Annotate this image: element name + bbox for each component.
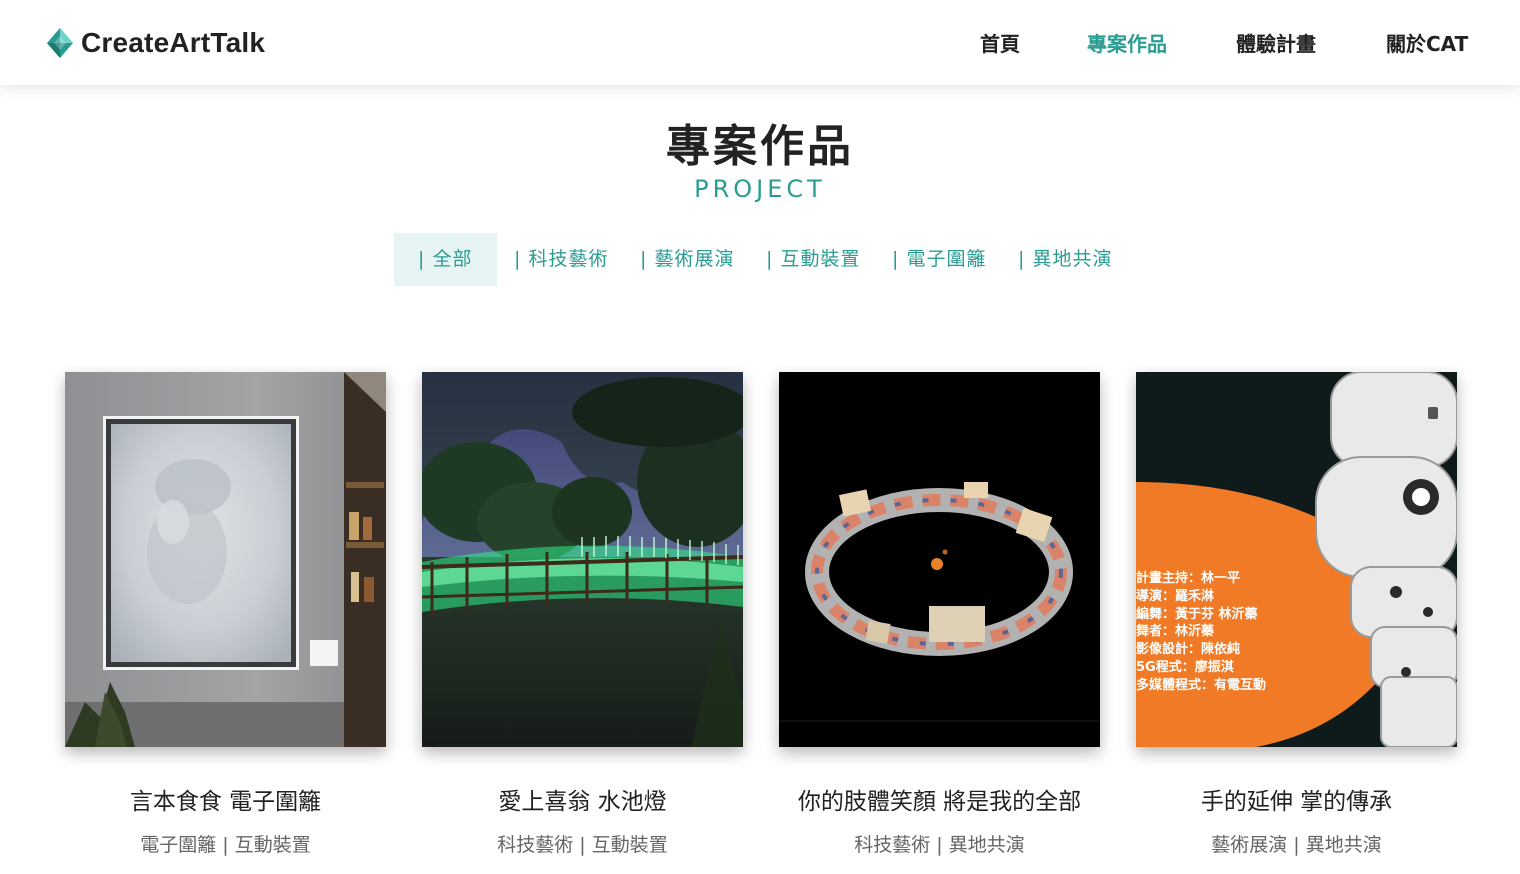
project-card[interactable]: 你的肢體笑顏 將是我的全部 科技藝術 | 異地共演 xyxy=(779,372,1100,856)
filter-remote-performance[interactable]: | 異地共演 xyxy=(1018,233,1112,286)
project-image[interactable]: 計畫主持：林一平 導演：羅禾淋 編舞：黃于芬 林沂蓁 舞者：林沂蓁 影像設計：陳… xyxy=(1136,372,1457,747)
filter-tech-art[interactable]: | 科技藝術 xyxy=(514,233,608,286)
project-card[interactable]: 愛上喜翁 水池燈 科技藝術 | 互動裝置 xyxy=(422,372,743,856)
credit-line: 影像設計：陳依純 xyxy=(1136,642,1241,658)
project-tags: 藝術展演 | 異地共演 xyxy=(1211,834,1382,856)
project-card[interactable]: 言本食食 電子圍籬 電子圍籬 | 互動裝置 xyxy=(65,372,386,856)
project-image[interactable] xyxy=(422,372,743,747)
credits-overlay: 計畫主持：林一平 導演：羅禾淋 編舞：黃于芬 林沂蓁 舞者：林沂蓁 影像設計：陳… xyxy=(1136,570,1266,695)
brand[interactable]: CreateArtTalk xyxy=(46,26,265,60)
page-subtitle: PROJECT xyxy=(694,175,826,203)
credit-line: 多媒體程式：有電互動 xyxy=(1136,677,1267,693)
nav-projects[interactable]: 專案作品 xyxy=(1087,28,1167,57)
video-ring-image xyxy=(779,372,1100,747)
project-image[interactable] xyxy=(779,372,1100,747)
project-tags: 電子圍籬 | 互動裝置 xyxy=(140,834,311,856)
top-navbar: CreateArtTalk 首頁 專案作品 體驗計畫 關於CAT xyxy=(0,0,1520,85)
diamond-logo-icon xyxy=(47,28,73,58)
credit-line: 舞者：林沂蓁 xyxy=(1136,624,1215,640)
project-image[interactable] xyxy=(65,372,386,747)
nav-home[interactable]: 首頁 xyxy=(980,28,1020,57)
credit-line: 編舞：黃于芬 林沂蓁 xyxy=(1136,606,1258,622)
filter-interactive[interactable]: | 互動裝置 xyxy=(766,233,860,286)
project-tags: 科技藝術 | 互動裝置 xyxy=(497,834,668,856)
project-title[interactable]: 手的延伸 掌的傳承 xyxy=(1096,782,1497,816)
project-card[interactable]: 計畫主持：林一平 導演：羅禾淋 編舞：黃于芬 林沂蓁 舞者：林沂蓁 影像設計：陳… xyxy=(1136,372,1457,856)
project-title[interactable]: 愛上喜翁 水池燈 xyxy=(382,782,783,816)
nav-about[interactable]: 關於CAT xyxy=(1386,28,1468,57)
project-tags: 科技藝術 | 異地共演 xyxy=(854,834,1025,856)
brand-name: CreateArtTalk xyxy=(81,27,266,58)
nav-experience[interactable]: 體驗計畫 xyxy=(1236,28,1316,57)
credit-line: 計畫主持：林一平 xyxy=(1136,571,1241,586)
pond-light-image xyxy=(422,372,743,747)
filter-all[interactable]: | 全部 xyxy=(394,233,497,286)
filter-e-fence[interactable]: | 電子圍籬 xyxy=(892,233,986,286)
credit-line: 導演：羅禾淋 xyxy=(1136,588,1215,604)
painting-image xyxy=(65,372,386,747)
page-title: 專案作品 xyxy=(666,121,854,172)
credit-line: 5G程式：廖振淇 xyxy=(1136,659,1234,675)
project-title[interactable]: 你的肢體笑顏 將是我的全部 xyxy=(739,782,1140,816)
filter-performance[interactable]: | 藝術展演 xyxy=(640,233,734,286)
project-title[interactable]: 言本食食 電子圍籬 xyxy=(25,782,426,816)
